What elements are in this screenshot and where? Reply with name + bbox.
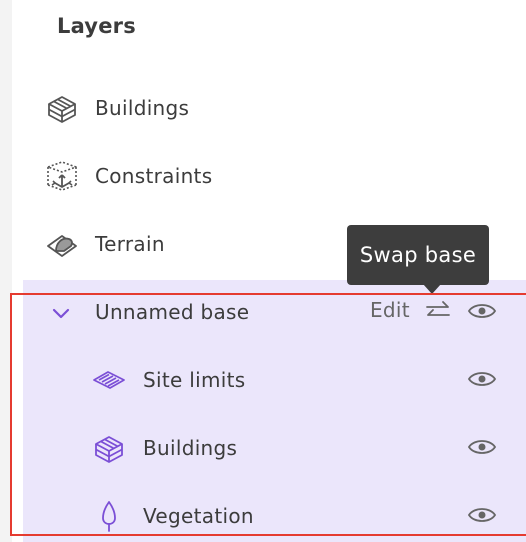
sub-layer-label: Buildings [143, 436, 238, 460]
eye-icon[interactable] [467, 435, 497, 459]
base-row[interactable]: Unnamed base Edit [12, 278, 526, 346]
sub-layer-row-buildings[interactable]: Buildings [12, 414, 526, 482]
eye-icon[interactable] [467, 503, 497, 527]
terrain-icon [45, 227, 79, 261]
tooltip-arrow [423, 284, 441, 294]
swap-icon[interactable] [424, 297, 452, 325]
layer-label: Buildings [95, 96, 190, 120]
sub-layer-row-vegetation[interactable]: Vegetation [12, 482, 526, 542]
buildings-icon [92, 431, 126, 465]
sub-layer-label: Site limits [143, 368, 246, 392]
layer-label: Terrain [95, 232, 165, 256]
vegetation-icon [92, 499, 126, 533]
eye-icon[interactable] [467, 299, 497, 323]
swap-base-tooltip: Swap base [347, 225, 489, 285]
layer-label: Constraints [95, 164, 213, 188]
sub-layer-label: Vegetation [143, 504, 254, 528]
base-label: Unnamed base [95, 300, 250, 324]
layer-row-buildings[interactable]: Buildings [12, 74, 526, 142]
site-limits-icon [92, 363, 126, 397]
constraints-icon [45, 159, 79, 193]
edit-button[interactable]: Edit [370, 298, 410, 322]
layer-row-constraints[interactable]: Constraints [12, 142, 526, 210]
sub-layer-row-site-limits[interactable]: Site limits [12, 346, 526, 414]
chevron-down-icon[interactable] [49, 301, 73, 325]
left-edge [0, 0, 12, 542]
panel-title: Layers [57, 14, 136, 38]
buildings-icon [45, 91, 79, 125]
layers-app: Layers Buildings Constraints Terrain Unn… [0, 0, 526, 542]
eye-icon[interactable] [467, 367, 497, 391]
